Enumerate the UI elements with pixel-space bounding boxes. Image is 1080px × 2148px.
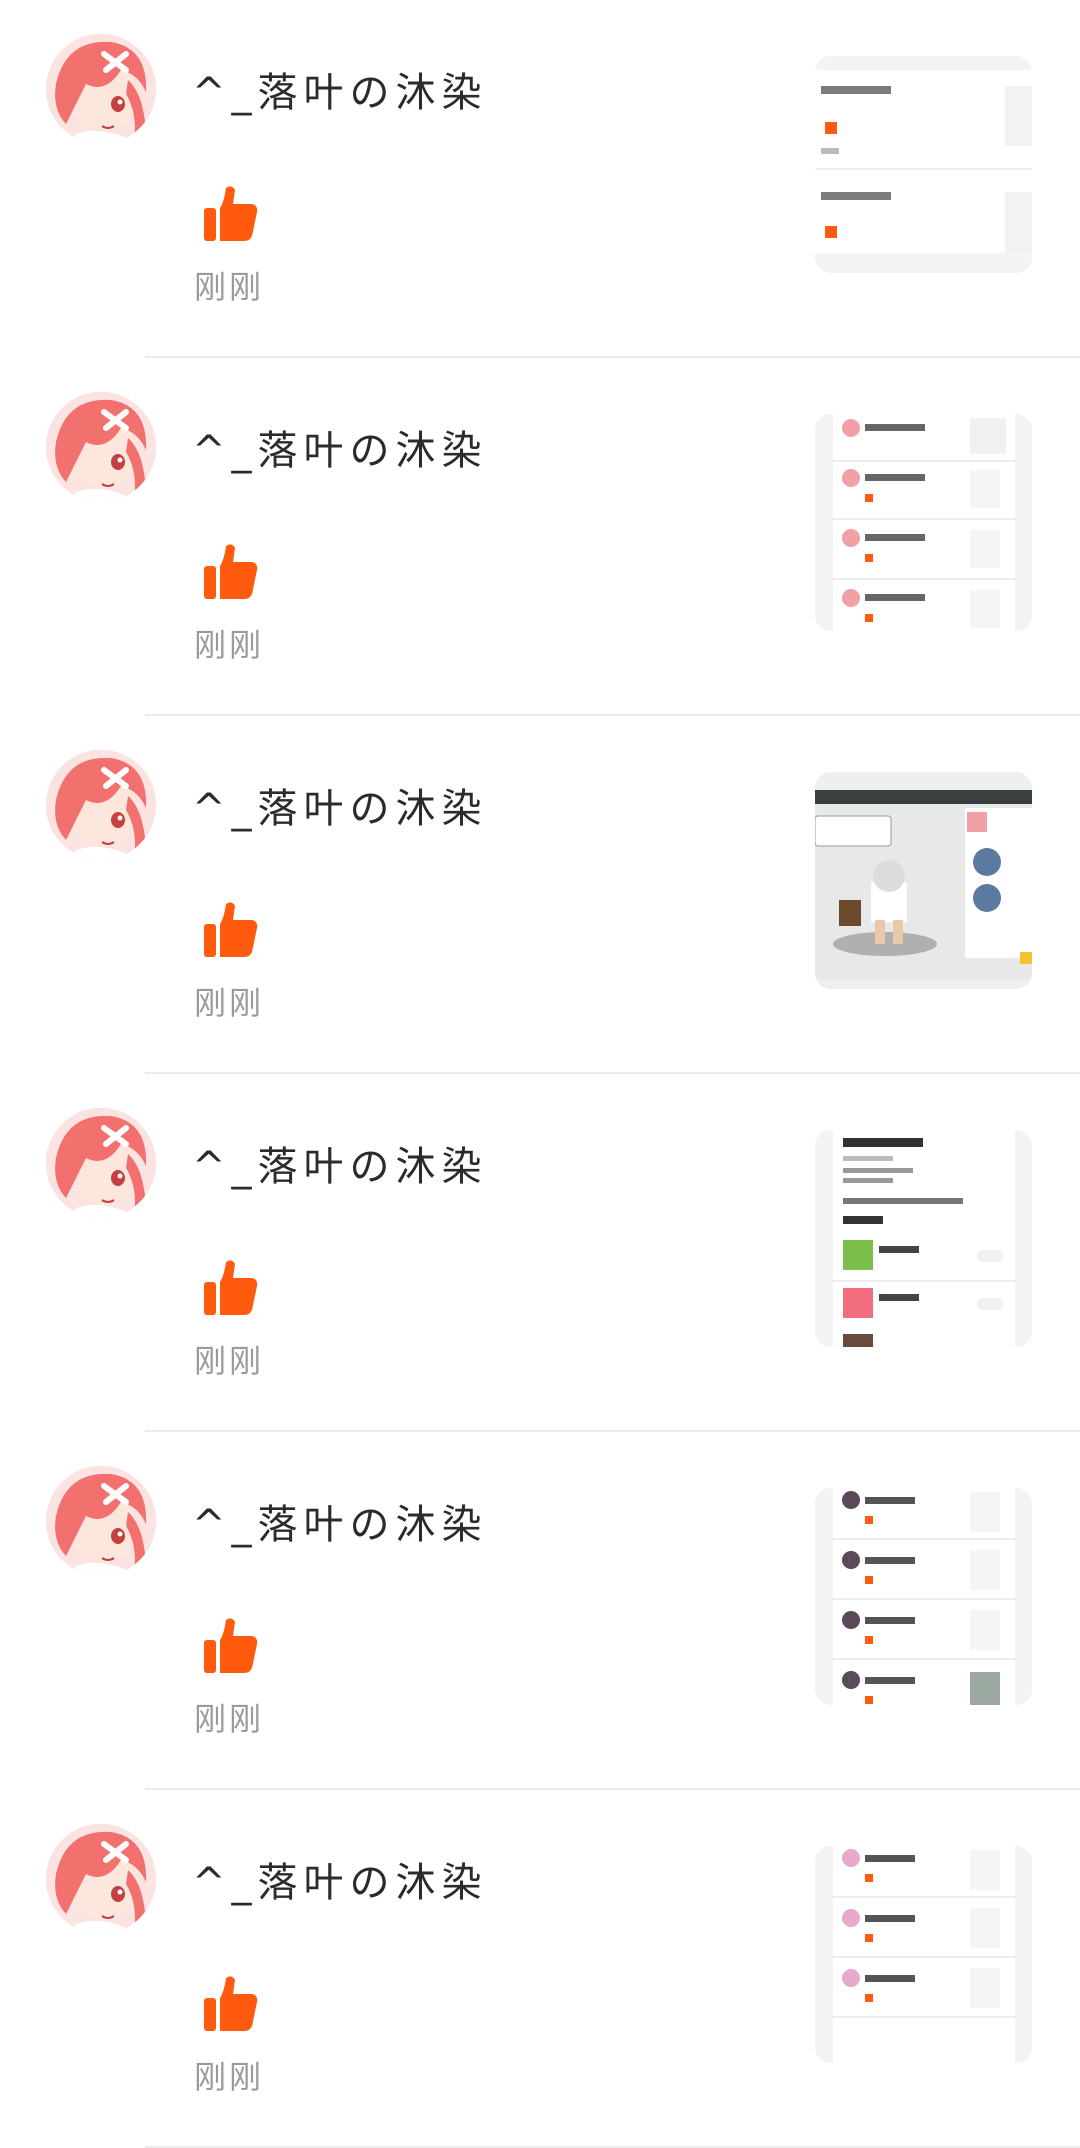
- timestamp: 刚刚: [194, 2058, 265, 2096]
- list-item[interactable]: ^_落叶の沐染 刚刚: [0, 716, 1080, 1074]
- avatar[interactable]: [46, 1466, 156, 1576]
- list-item[interactable]: ^_落叶の沐染 刚刚: [0, 1790, 1080, 2148]
- thumbs-up-icon: [202, 900, 258, 958]
- screenshot-thumbnail[interactable]: [815, 1488, 1032, 1705]
- timestamp: 刚刚: [194, 268, 265, 306]
- username[interactable]: ^_落叶の沐染: [192, 418, 488, 476]
- screenshot-thumbnail[interactable]: [815, 414, 1032, 631]
- notification-list: ^_落叶の沐染 刚刚 ^_落叶の沐染 刚刚 ^_落叶の沐染 刚刚 ^_落叶の沐染…: [0, 0, 1080, 2148]
- avatar[interactable]: [46, 1824, 156, 1934]
- username[interactable]: ^_落叶の沐染: [192, 776, 488, 834]
- timestamp: 刚刚: [194, 1342, 265, 1380]
- screenshot-thumbnail[interactable]: [815, 772, 1032, 989]
- list-item[interactable]: ^_落叶の沐染 刚刚: [0, 358, 1080, 716]
- timestamp: 刚刚: [194, 984, 265, 1022]
- avatar[interactable]: [46, 1108, 156, 1218]
- list-item[interactable]: ^_落叶の沐染 刚刚: [0, 1432, 1080, 1790]
- timestamp: 刚刚: [194, 1700, 265, 1738]
- timestamp: 刚刚: [194, 626, 265, 664]
- list-item[interactable]: ^_落叶の沐染 刚刚: [0, 1074, 1080, 1432]
- thumbs-up-icon: [202, 1258, 258, 1316]
- username[interactable]: ^_落叶の沐染: [192, 1492, 488, 1550]
- username[interactable]: ^_落叶の沐染: [192, 60, 488, 118]
- avatar[interactable]: [46, 392, 156, 502]
- thumbs-up-icon: [202, 1974, 258, 2032]
- thumbs-up-icon: [202, 1616, 258, 1674]
- avatar[interactable]: [46, 750, 156, 860]
- screenshot-thumbnail[interactable]: [815, 1846, 1032, 2063]
- screenshot-thumbnail[interactable]: [815, 56, 1032, 273]
- thumbs-up-icon: [202, 542, 258, 600]
- list-item[interactable]: ^_落叶の沐染 刚刚: [0, 0, 1080, 358]
- screenshot-thumbnail[interactable]: [815, 1130, 1032, 1347]
- avatar[interactable]: [46, 34, 156, 144]
- thumbs-up-icon: [202, 184, 258, 242]
- username[interactable]: ^_落叶の沐染: [192, 1850, 488, 1908]
- username[interactable]: ^_落叶の沐染: [192, 1134, 488, 1192]
